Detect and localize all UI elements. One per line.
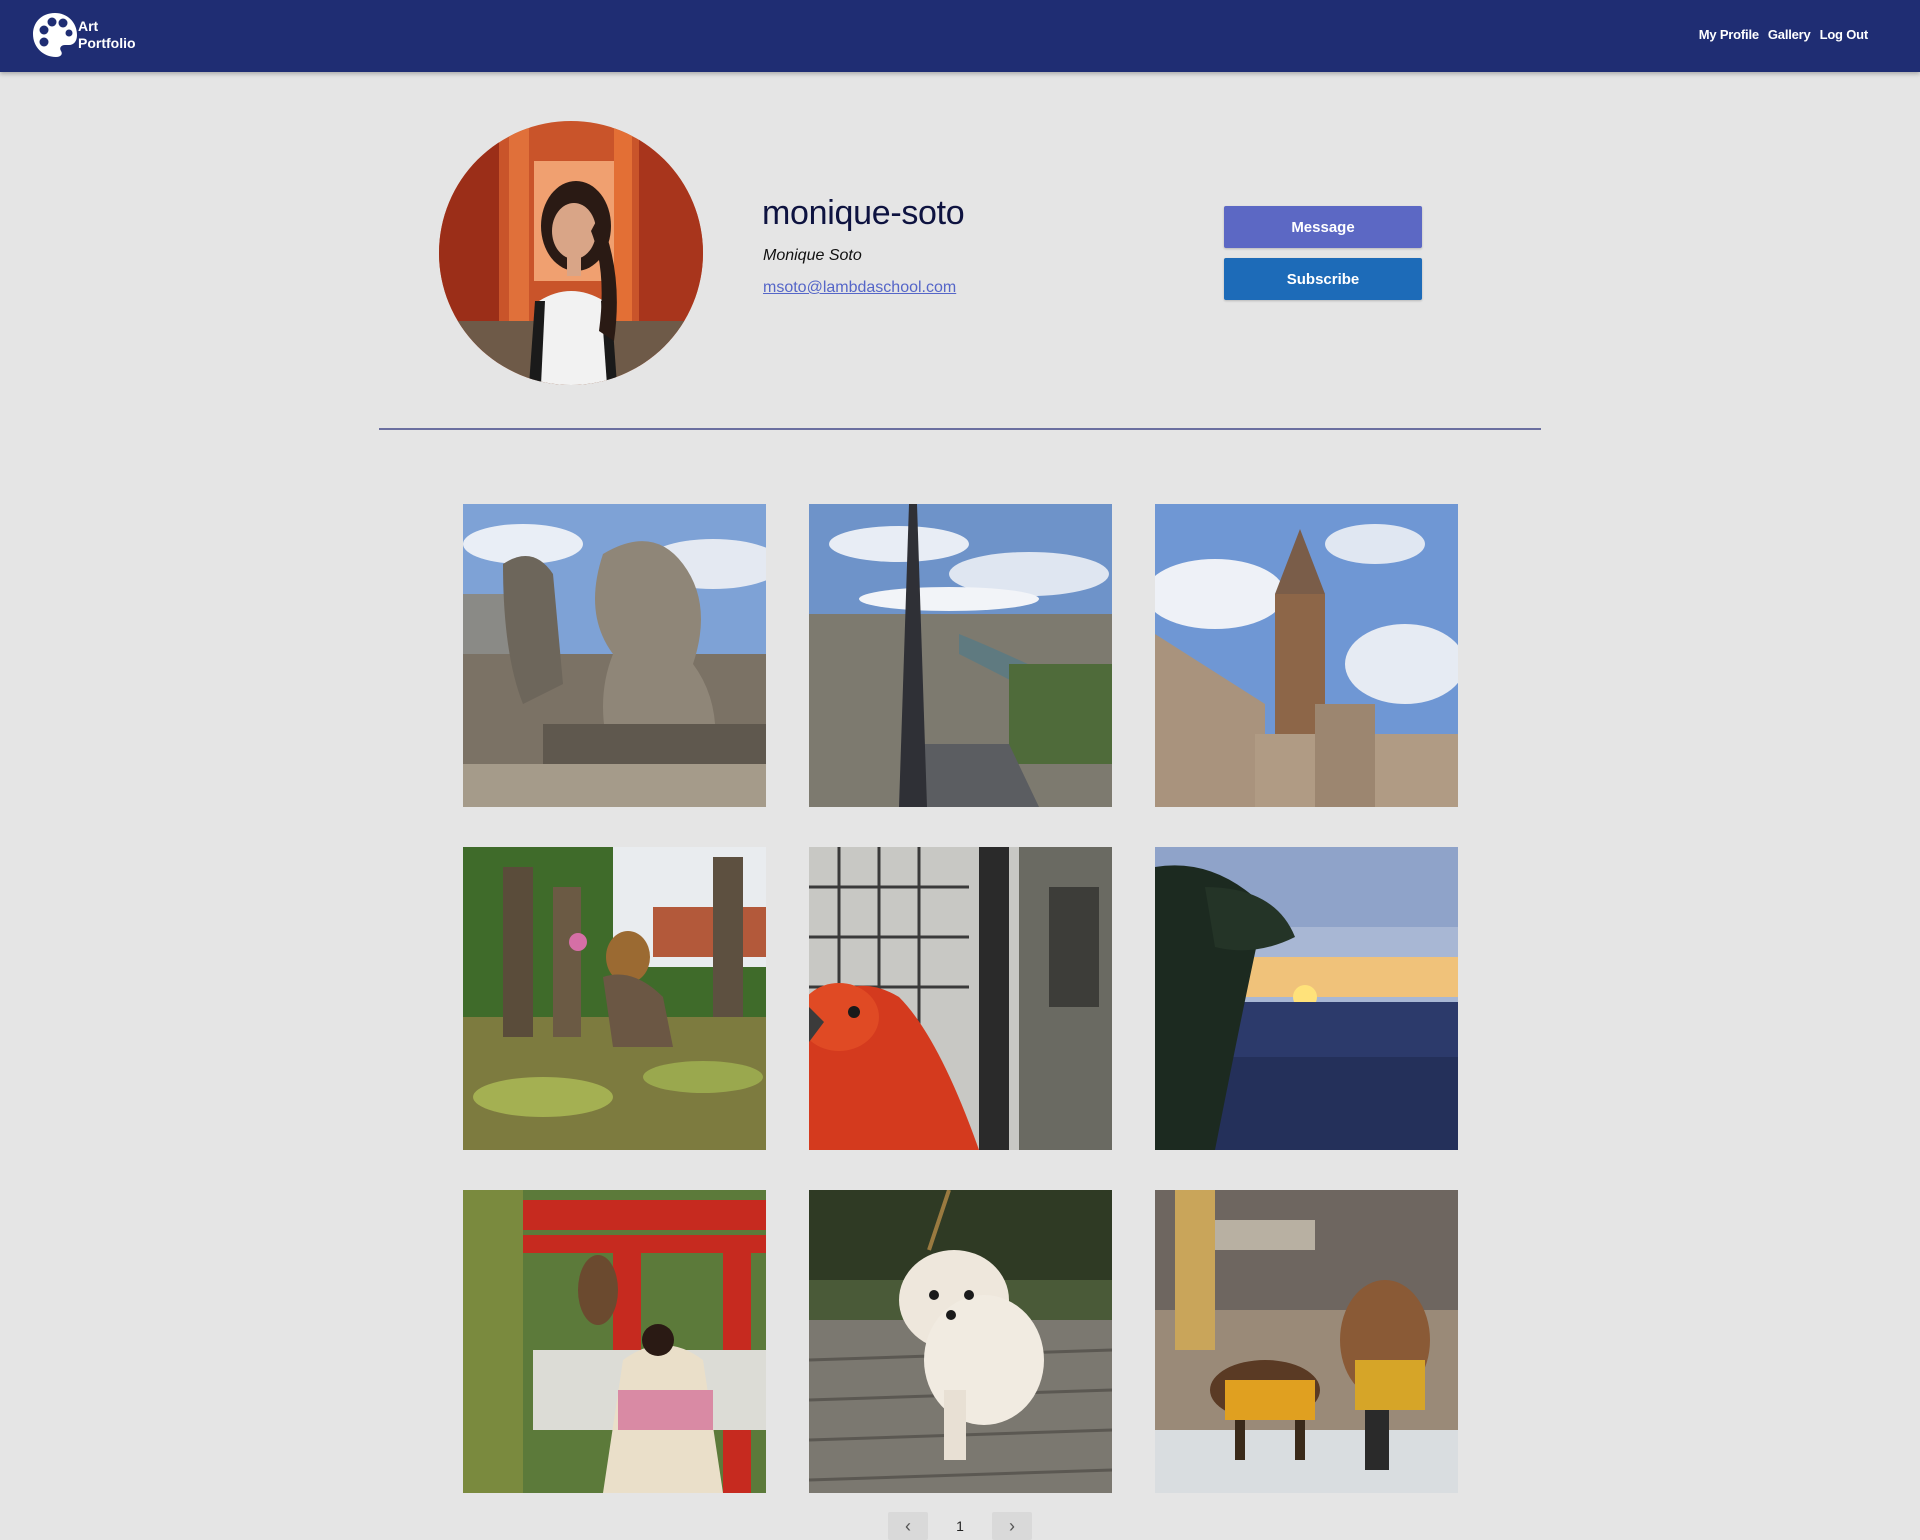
profile-email-link[interactable]: msoto@lambdaschool.com	[763, 279, 956, 297]
section-divider	[379, 428, 1541, 430]
gallery-image[interactable]	[463, 1190, 766, 1493]
brand-line-1: Art	[78, 18, 99, 34]
gallery-image[interactable]	[1155, 1190, 1458, 1493]
profile-full-name: Monique Soto	[763, 247, 862, 264]
pagination: ‹ 1 ›	[888, 1512, 1032, 1540]
top-navbar: Art Portfolio My Profile Gallery Log Out	[0, 0, 1920, 72]
message-button[interactable]: Message	[1224, 206, 1422, 248]
profile-avatar	[439, 121, 703, 385]
nav-gallery[interactable]: Gallery	[1768, 27, 1811, 42]
profile-username: monique-soto	[762, 194, 965, 232]
gallery-image[interactable]	[1155, 847, 1458, 1150]
subscribe-button[interactable]: Subscribe	[1224, 258, 1422, 300]
nav-log-out[interactable]: Log Out	[1820, 27, 1869, 42]
gallery-image[interactable]	[1155, 504, 1458, 807]
current-page-number: 1	[956, 1518, 964, 1534]
main-nav: My Profile Gallery Log Out	[1699, 27, 1868, 42]
chevron-right-icon: ›	[1009, 1515, 1015, 1536]
next-page-button[interactable]: ›	[992, 1512, 1032, 1540]
chevron-left-icon: ‹	[905, 1515, 911, 1536]
gallery-image[interactable]	[809, 504, 1112, 807]
brand-logo-link[interactable]: Art Portfolio	[30, 10, 136, 60]
gallery-image[interactable]	[809, 1190, 1112, 1493]
gallery-image[interactable]	[463, 504, 766, 807]
nav-my-profile[interactable]: My Profile	[1699, 27, 1759, 42]
brand-name: Art Portfolio	[78, 18, 136, 52]
prev-page-button[interactable]: ‹	[888, 1512, 928, 1540]
gallery-image[interactable]	[809, 847, 1112, 1150]
brand-line-2: Portfolio	[78, 35, 136, 51]
gallery-image[interactable]	[463, 847, 766, 1150]
palette-icon	[33, 13, 77, 57]
